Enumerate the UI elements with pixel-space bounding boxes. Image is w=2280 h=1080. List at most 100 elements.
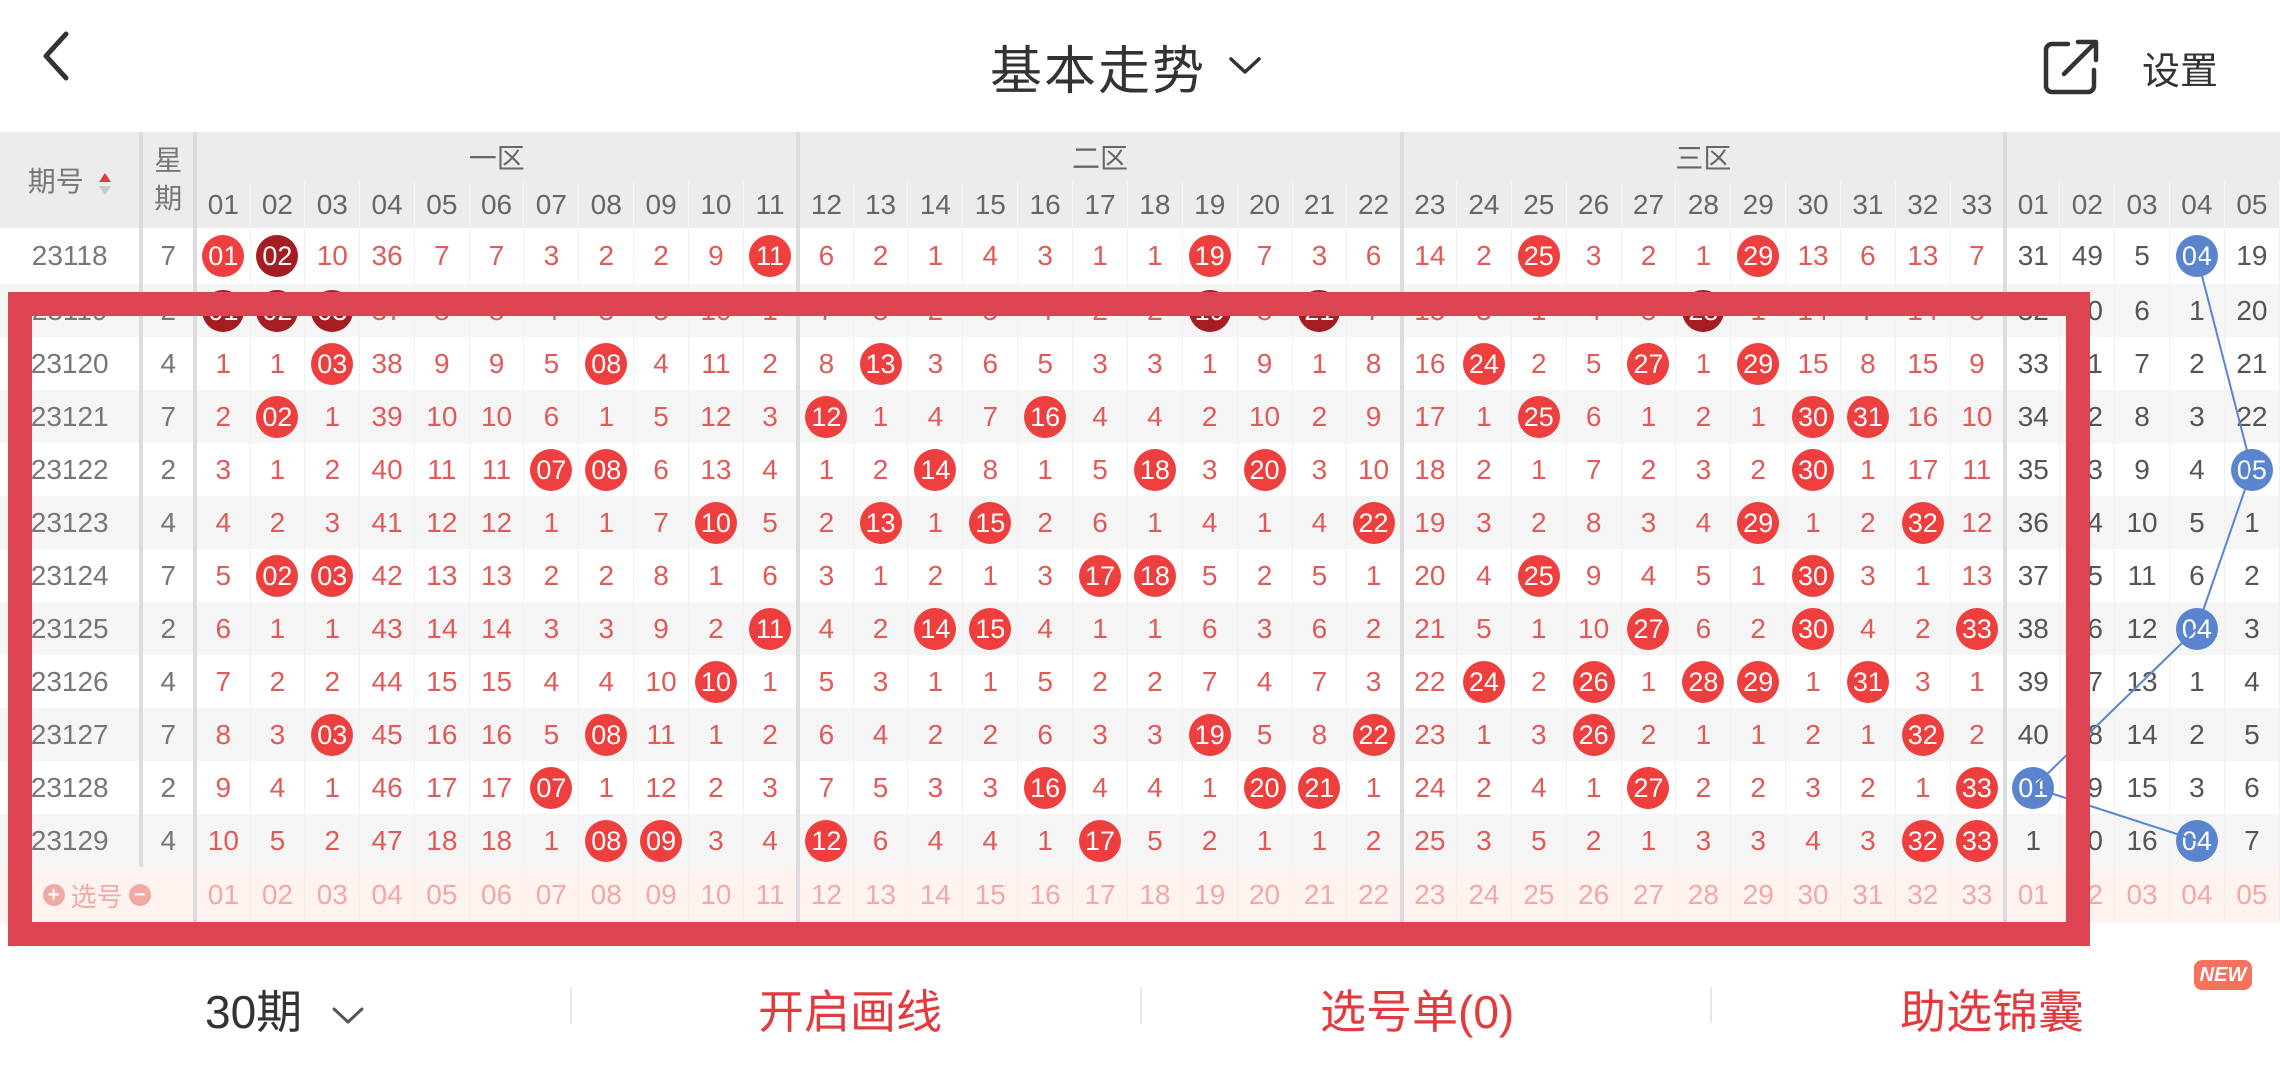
period-dropdown[interactable]: 30期 (205, 977, 365, 1047)
drawn-number-ball: 32 (1901, 713, 1944, 756)
chevron-down-icon (1229, 57, 1261, 74)
issue-header[interactable]: 期号 (0, 132, 144, 228)
chart-type-dropdown[interactable]: 基本走势 (990, 20, 1262, 112)
omission-value: 1 (578, 761, 635, 814)
pick-red-number[interactable]: 32 (1895, 867, 1951, 923)
omission-value: 4 (1017, 284, 1074, 337)
omission-value: 1 (1072, 602, 1128, 655)
pick-red-number[interactable]: 30 (1785, 867, 1841, 923)
pick-red-number[interactable]: 22 (1346, 867, 1404, 923)
pick-red-number[interactable]: 17 (1072, 867, 1128, 923)
table-cell: 07 (523, 443, 580, 496)
omission-value: 3 (1182, 443, 1238, 496)
pick-red-number[interactable]: 19 (1182, 867, 1238, 923)
omission-value: 8 (1950, 284, 2008, 337)
pick-red-number[interactable]: 05 (414, 867, 470, 923)
omission-value: 2 (1127, 655, 1183, 708)
pick-red-number[interactable]: 16 (1017, 867, 1074, 923)
plus-circle-icon[interactable]: + (42, 884, 65, 907)
pick-red-number[interactable]: 07 (523, 867, 580, 923)
drawn-number-ball: 12 (805, 395, 848, 438)
omission-value: 2 (1017, 496, 1074, 549)
table-row: 23118 7 01 02 10 36 7 7 3 2 2 9 11 6 2 1 4 3 1 1 19 7 3 6 14 2 25 3… (0, 228, 2280, 284)
drawn-number-ball: 12 (805, 819, 848, 862)
pick-blue-number[interactable]: 05 (2224, 867, 2280, 923)
drawn-number-ball: 20 (1243, 448, 1286, 491)
omission-value: 5 (1017, 337, 1074, 390)
pick-red-number[interactable]: 15 (962, 867, 1019, 923)
pick-red-number[interactable]: 29 (1730, 867, 1787, 923)
table-cell: 31 (1840, 390, 1896, 443)
omission-value: 1 (250, 337, 306, 390)
pick-red-number[interactable]: 20 (1237, 867, 1293, 923)
pick-red-number[interactable]: 11 (743, 867, 801, 923)
red-col-header: 16 (1017, 182, 1074, 228)
pick-blue-number[interactable]: 01 (2005, 867, 2061, 923)
draw-line-button[interactable]: 开启画线 (758, 977, 942, 1047)
pick-red-number[interactable]: 01 (195, 867, 251, 923)
table-cell: 07 (523, 761, 580, 814)
weekday: 2 (141, 284, 198, 337)
pick-blue-number[interactable]: 02 (2059, 867, 2116, 923)
trend-table-container[interactable]: 期号 星期 一区 二区 三区 01 02 03 04 05 06 07 08 09 10 11 12 1… (0, 132, 2280, 932)
pick-red-number[interactable]: 28 (1675, 867, 1732, 923)
omission-value: 3 (1292, 228, 1348, 284)
pick-red-number[interactable]: 23 (1401, 867, 1457, 923)
table-row: 23121 7 2 02 1 39 10 10 6 1 5 12 3 12 1 4 7 16 4 4 2 10 2 9 17 1 2… (0, 390, 2280, 443)
pick-red-number[interactable]: 04 (359, 867, 415, 923)
pick-red-number[interactable]: 24 (1456, 867, 1512, 923)
pick-red-number[interactable]: 14 (907, 867, 964, 923)
back-button[interactable] (36, 26, 116, 106)
pick-red-number[interactable]: 31 (1840, 867, 1896, 923)
omission-value: 2 (853, 602, 909, 655)
pick-red-number[interactable]: 21 (1292, 867, 1348, 923)
omission-value: 5 (962, 284, 1019, 337)
omission-value: 1 (1785, 496, 1841, 549)
omission-value: 8 (469, 284, 525, 337)
minus-circle-icon[interactable]: − (128, 884, 151, 907)
omission-value: 3 (1456, 496, 1512, 549)
pick-red-number[interactable]: 12 (798, 867, 854, 923)
drawn-number-ball: 01 (202, 289, 245, 332)
table-cell: 11 (743, 602, 801, 655)
blue-omission-value: 58 (2059, 708, 2116, 761)
pick-red-number[interactable]: 06 (469, 867, 525, 923)
omission-value: 2 (1127, 284, 1183, 337)
omission-value: 3 (743, 761, 801, 814)
blue-omission-value: 7 (2224, 814, 2280, 867)
drawn-number-ball: 33 (1955, 819, 1998, 862)
pick-blue-number[interactable]: 04 (2169, 867, 2225, 923)
blue-omission-value: 9 (2114, 443, 2170, 496)
pick-red-number[interactable]: 13 (853, 867, 909, 923)
red-col-header: 27 (1621, 182, 1677, 228)
pick-red-number[interactable]: 25 (1511, 867, 1567, 923)
table-cell: 32 (1895, 708, 1951, 761)
pick-red-number[interactable]: 33 (1950, 867, 2008, 923)
assist-tips-button[interactable]: 助选锦囊 (1900, 977, 2084, 1047)
pick-red-number[interactable]: 10 (688, 867, 744, 923)
share-button[interactable] (2040, 36, 2102, 98)
pick-red-number[interactable]: 26 (1566, 867, 1622, 923)
omission-value: 40 (359, 443, 415, 496)
omission-value: 3 (578, 284, 635, 337)
pick-red-number[interactable]: 02 (250, 867, 306, 923)
omission-value: 5 (1017, 655, 1074, 708)
omission-value: 5 (523, 337, 580, 390)
omission-value: 1 (1511, 602, 1567, 655)
pick-red-number[interactable]: 08 (578, 867, 635, 923)
omission-value: 3 (250, 708, 306, 761)
pick-red-number[interactable]: 27 (1621, 867, 1677, 923)
pick-red-number[interactable]: 03 (304, 867, 361, 923)
omission-value: 1 (304, 390, 361, 443)
omission-value: 25 (1401, 814, 1457, 867)
omission-value: 5 (1566, 337, 1622, 390)
omission-value: 1 (907, 655, 964, 708)
pick-red-number[interactable]: 18 (1127, 867, 1183, 923)
settings-button[interactable]: 设置 (2142, 40, 2218, 95)
omission-value: 6 (633, 443, 690, 496)
pick-blue-number[interactable]: 03 (2114, 867, 2170, 923)
pick-red-number[interactable]: 09 (633, 867, 690, 923)
table-row: 23120 4 1 1 03 38 9 9 5 08 4 11 2 8 13 3 6 5 3 3 1 9 1 8 16 24 2 5 2… (0, 337, 2280, 390)
pick-list-button[interactable]: 选号单(0) (1320, 977, 1514, 1047)
omission-value: 1 (1511, 443, 1567, 496)
